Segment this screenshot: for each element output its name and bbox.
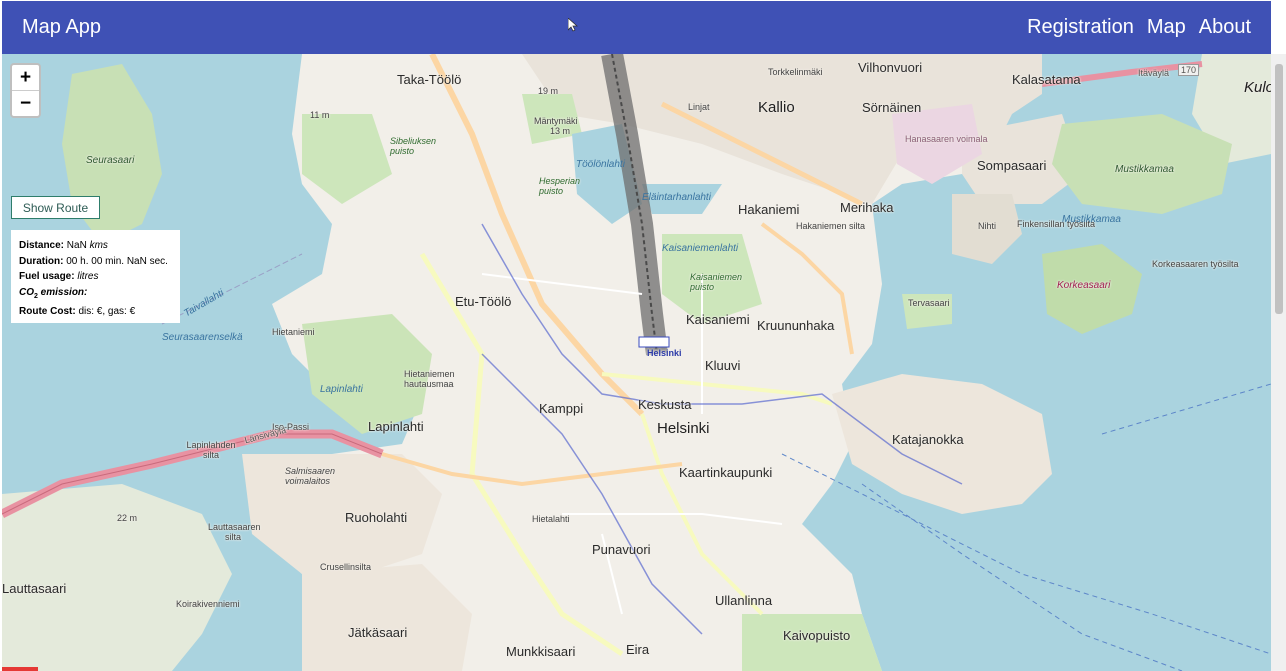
duration-row: Duration: 00 h. 00 min. NaN sec. <box>19 254 172 270</box>
label-elaintarhanlahti: Eläintarhanlahti <box>642 192 711 203</box>
label-lapinlahti-water: Lapinlahti <box>320 384 363 395</box>
label-keskusta: Keskusta <box>638 397 692 412</box>
co2-row: CO2 emission: <box>19 285 172 305</box>
label-sibelius-puisto: Sibeliuksen puisto <box>390 136 437 156</box>
label-kallio: Kallio <box>758 99 795 116</box>
nav-map[interactable]: Map <box>1147 16 1186 39</box>
duration-label: Duration: <box>19 255 64 267</box>
fuel-label: Fuel usage: <box>19 271 75 282</box>
label-cruselinsilta: Crusellinsilta <box>320 562 372 572</box>
distance-unit: kms <box>89 240 108 251</box>
ferry-route-2 <box>861 483 1183 671</box>
label-toolonlahti: Töölönlahti <box>576 159 625 170</box>
co2-label-suffix: emission: <box>37 286 88 298</box>
label-hanasaari: Hanasaaren voimala <box>905 134 988 144</box>
label-munkkisaari: Munkkisaari <box>506 644 576 659</box>
label-hietaniemen-hautausmaa: Hietaniemen hautausmaa <box>404 369 455 389</box>
co2-label-prefix: CO <box>19 286 34 298</box>
label-hesperian-puisto: Hesperian puisto <box>539 176 581 196</box>
label-elevation-19: 19 m <box>538 86 559 96</box>
label-hakaniemi: Hakaniemi <box>738 202 800 217</box>
distance-row: Distance: NaN kms <box>19 238 172 254</box>
label-punavuori: Punavuori <box>592 542 651 557</box>
label-lapinlahden-silta: Lapinlahden silta <box>186 440 236 460</box>
label-kaivopuisto: Kaivopuisto <box>783 628 851 643</box>
label-hietalahti: Hietalahti <box>532 514 570 524</box>
label-lauttasaari: Lauttasaari <box>2 581 67 596</box>
nav-links: Registration Map About <box>1027 16 1251 39</box>
label-koirakivenniemi: Koirakivenniemi <box>176 599 240 609</box>
label-tervasaari: Tervasaari <box>908 298 950 308</box>
label-korkeasaaren-silta: Korkeasaaren työsilta <box>1152 259 1239 269</box>
red-indicator <box>2 667 38 671</box>
label-taka-toolo: Taka-Töölö <box>397 72 462 87</box>
label-kaisaniemenlahti: Kaisaniemenlahti <box>662 243 739 254</box>
duration-value: 00 h. 00 min. NaN sec. <box>66 255 168 267</box>
station-marker <box>638 336 670 348</box>
label-elevation-11: 11 m <box>310 110 330 120</box>
distance-value: NaN <box>66 240 87 251</box>
label-kaisaniemen-puisto: Kaisaniemen puisto <box>690 272 743 292</box>
label-salmisaari: Salmisaaren voimalaitos <box>285 466 336 486</box>
label-helsinki-station: Helsinki <box>647 348 682 358</box>
ferry-route-3 <box>1101 383 1271 435</box>
label-seurasaarenselka: Seurasaarenselkä <box>162 332 243 343</box>
label-nihti: Nihti <box>978 221 997 231</box>
map-tiles <box>2 54 1271 671</box>
label-katajanokka: Katajanokka <box>892 432 964 447</box>
label-ullanlinna: Ullanlinna <box>715 593 773 608</box>
label-merihaka: Merihaka <box>840 200 894 215</box>
label-hietaniemi: Hietaniemi <box>272 327 315 337</box>
zoom-control: + − <box>10 63 41 118</box>
label-lauttasaaren-silta: Lauttasaaren silta <box>208 522 261 542</box>
label-hakaniemen-silta: Hakaniemen silta <box>796 221 866 231</box>
scrollbar-thumb[interactable] <box>1275 64 1283 314</box>
route-info-panel: Distance: NaN kms Duration: 00 h. 00 min… <box>11 230 180 323</box>
label-mantymaki: Mäntymäki <box>534 116 578 126</box>
label-korkeasaari: Korkeasaari <box>1057 280 1111 291</box>
label-elevation-22: 22 m <box>117 513 138 523</box>
cost-label: Route Cost: <box>19 306 76 317</box>
label-kruununhaka: Kruununhaka <box>757 318 835 333</box>
label-kulosaari: Kulos <box>1244 79 1271 96</box>
label-helsinki: Helsinki <box>657 420 710 437</box>
label-kluuvi: Kluuvi <box>705 358 741 373</box>
label-jatkasaari: Jätkäsaari <box>348 625 408 640</box>
label-itavayla: Itäväylä <box>1138 68 1170 78</box>
label-elevation-13: 13 m <box>550 126 571 136</box>
label-mustikkamaa: Mustikkamaa <box>1115 164 1174 175</box>
cursor-icon <box>568 18 578 32</box>
fuel-row: Fuel usage: litres <box>19 269 172 285</box>
label-eira: Eira <box>626 642 650 657</box>
nav-registration[interactable]: Registration <box>1027 16 1134 39</box>
scrollbar[interactable] <box>1271 54 1286 671</box>
label-sornainen: Sörnäinen <box>862 100 922 115</box>
label-kaartinkaupunki: Kaartinkaupunki <box>679 465 773 480</box>
label-ruoholahti: Ruoholahti <box>345 510 408 525</box>
label-kalasatama: Kalasatama <box>1012 72 1081 87</box>
label-torkkelinmaki: Torkkelinmäki <box>768 67 823 77</box>
cost-value: dis: €, gas: € <box>78 306 136 317</box>
fuel-unit: litres <box>77 271 99 282</box>
label-mustikkamaa-water: Mustikkamaa <box>1062 214 1121 225</box>
navbar: Map App Registration Map About <box>2 1 1271 54</box>
cost-row: Route Cost: dis: €, gas: € <box>19 304 172 320</box>
distance-label: Distance: <box>19 240 65 251</box>
label-vilhonvuori: Vilhonvuori <box>858 60 923 75</box>
zoom-in-button[interactable]: + <box>12 65 39 91</box>
nav-about[interactable]: About <box>1199 16 1251 39</box>
map-canvas[interactable]: Taka-Töölö Torkkelinmäki Vilhonvuori Kal… <box>2 54 1271 671</box>
label-kamppi: Kamppi <box>539 401 584 416</box>
label-road-170: 170 <box>1178 64 1200 76</box>
zoom-out-button[interactable]: − <box>12 91 39 116</box>
label-linjat: Linjat <box>688 102 710 112</box>
label-lapinlahti: Lapinlahti <box>368 419 424 434</box>
show-route-button[interactable]: Show Route <box>11 196 100 219</box>
app-title[interactable]: Map App <box>22 16 101 39</box>
label-kaisaniemi: Kaisaniemi <box>686 312 750 327</box>
label-sompasaari: Sompasaari <box>977 158 1047 173</box>
label-seurasaari: Seurasaari <box>86 155 135 166</box>
label-etu-toolo: Etu-Töölö <box>455 294 512 309</box>
